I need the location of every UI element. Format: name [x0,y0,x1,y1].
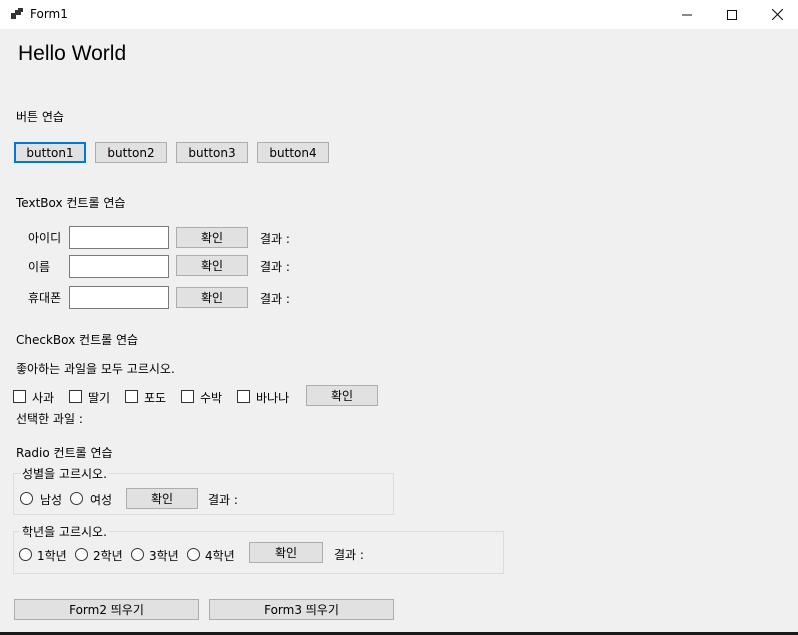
checkbox-section-label: CheckBox 컨트롤 연습 [16,333,139,347]
grade4-radio[interactable] [187,548,200,561]
form3-open-button[interactable]: Form3 띄우기 [209,599,394,620]
apple-checkbox[interactable] [13,390,26,403]
id-label: 아이디 [28,231,62,245]
grade-result-label: 결과 : [334,548,364,562]
grade3-label: 3학년 [149,549,179,563]
grape-label: 포도 [144,391,167,405]
gender-result-label: 결과 : [208,493,238,507]
button1[interactable]: button1 [14,142,86,163]
strawberry-label: 딸기 [88,391,111,405]
button2[interactable]: button2 [95,142,167,163]
phone-input[interactable] [69,286,169,309]
male-label: 남성 [40,493,63,507]
banana-label: 바나나 [256,391,290,405]
grade3-radio[interactable] [131,548,144,561]
close-icon [771,9,783,20]
selected-fruit-label: 선택한 과일 : [16,412,83,426]
banana-checkbox[interactable] [237,390,250,403]
name-confirm-button[interactable]: 확인 [176,255,248,276]
hello-label: Hello World [18,42,127,65]
maximize-button[interactable] [709,0,755,29]
female-label: 여성 [90,493,113,507]
button-section-label: 버튼 연습 [16,110,64,124]
window-title: Form1 [30,7,68,21]
textbox-section-label: TextBox 컨트롤 연습 [16,196,126,210]
grade1-radio[interactable] [19,548,32,561]
gender-group-caption: 성별을 고르시오. [20,465,109,482]
name-input[interactable] [69,255,169,278]
phone-label: 휴대폰 [28,291,62,305]
radio-section-label: Radio 컨트롤 연습 [16,446,113,460]
fruit-prompt: 좋아하는 과일을 모두 고르시오. [16,362,175,376]
phone-result-label: 결과 : [260,292,290,306]
watermelon-label: 수박 [200,391,223,405]
grade4-label: 4학년 [205,549,235,563]
grade-group-caption: 학년을 고르시오. [20,523,109,540]
button3[interactable]: button3 [176,142,248,163]
grade1-label: 1학년 [37,549,67,563]
fruit-confirm-button[interactable]: 확인 [306,385,378,406]
apple-label: 사과 [32,391,55,405]
phone-confirm-button[interactable]: 확인 [176,287,248,308]
id-input[interactable] [69,226,169,249]
watermelon-checkbox[interactable] [181,390,194,403]
close-button[interactable] [754,0,798,29]
grade-confirm-button[interactable]: 확인 [249,542,323,563]
grade2-radio[interactable] [75,548,88,561]
strawberry-checkbox[interactable] [69,390,82,403]
name-result-label: 결과 : [260,260,290,274]
gender-confirm-button[interactable]: 확인 [126,488,198,509]
id-confirm-button[interactable]: 확인 [176,227,248,248]
button4[interactable]: button4 [257,142,329,163]
grape-checkbox[interactable] [125,390,138,403]
name-label: 이름 [28,260,51,274]
female-radio[interactable] [70,492,83,505]
minimize-button[interactable] [664,0,710,29]
grade2-label: 2학년 [93,549,123,563]
male-radio[interactable] [20,492,33,505]
form2-open-button[interactable]: Form2 띄우기 [14,599,199,620]
minimize-icon [682,14,692,15]
id-result-label: 결과 : [260,232,290,246]
maximize-icon [727,9,737,20]
app-icon [11,8,23,19]
